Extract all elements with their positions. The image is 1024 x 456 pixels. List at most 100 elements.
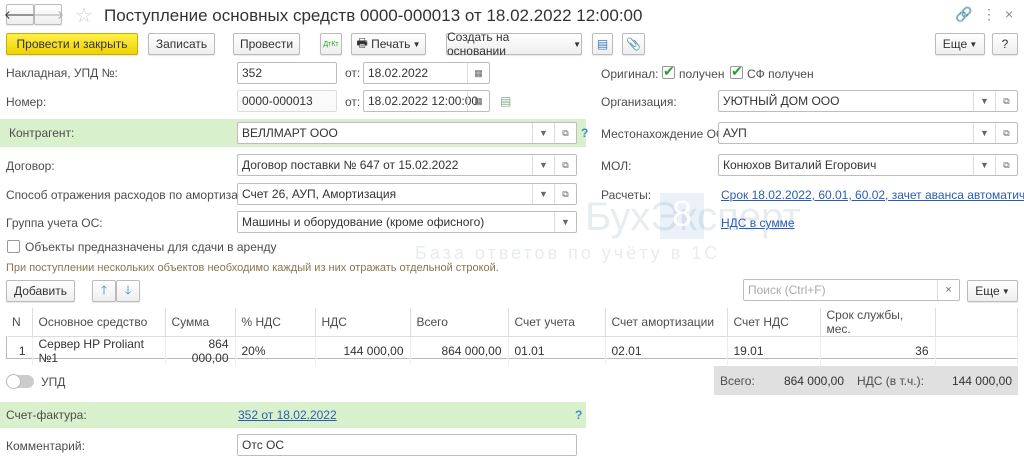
add-button[interactable]: Добавить xyxy=(6,280,75,302)
calendar-icon[interactable]: ▦ xyxy=(467,91,489,111)
search-input[interactable]: Поиск (Ctrl+F) × xyxy=(743,279,960,301)
dt-kt-button[interactable]: ДтКт xyxy=(320,33,342,55)
dropdown-icon[interactable]: ▼ xyxy=(973,123,995,143)
col-life[interactable]: Срок службы, мес. xyxy=(820,308,936,337)
table-row[interactable]: 1 Сервер HP Proliant №1 864 000,00 20% 1… xyxy=(6,336,1018,365)
group-input[interactable]: Машины и оборудование (кроме офисного) ▼ xyxy=(237,211,577,233)
more-vertical-icon[interactable]: ⋮ xyxy=(982,6,996,23)
open-icon[interactable]: ⧉ xyxy=(995,123,1017,143)
open-icon[interactable]: ⧉ xyxy=(554,155,576,175)
sf-received-checkbox[interactable] xyxy=(730,63,743,80)
settlements-link[interactable]: Срок 18.02.2022, 60.01, 60.02, зачет ава… xyxy=(721,188,1024,202)
depreciation-label: Способ отражения расходов по амортизации… xyxy=(6,188,262,202)
print-label: Печать xyxy=(371,37,411,51)
clear-icon[interactable]: × xyxy=(937,280,959,300)
comment-input[interactable]: Отс ОС xyxy=(237,434,577,456)
watermark-tagline: База ответов по учёту в 1С xyxy=(415,243,721,263)
forward-button[interactable]: 🡒 xyxy=(32,4,64,25)
cell-vat-rate[interactable]: 20% xyxy=(235,336,316,365)
attachment-icon[interactable]: 📎 xyxy=(622,33,645,55)
mol-label: МОЛ: xyxy=(601,159,632,173)
col-depr-account[interactable]: Счет амортизации xyxy=(605,308,728,337)
group-label: Группа учета ОС: xyxy=(6,216,103,230)
sf-link[interactable]: 352 от 18.02.2022 xyxy=(238,408,337,422)
cell-asset[interactable]: Сервер HP Proliant №1 xyxy=(32,336,166,365)
col-vat-account[interactable]: Счет НДС xyxy=(727,308,821,337)
open-icon[interactable]: ⧉ xyxy=(554,123,576,143)
total-value: 864 000,00 xyxy=(783,374,844,388)
location-value: АУП xyxy=(723,126,747,140)
dropdown-icon[interactable]: ▼ xyxy=(532,155,554,175)
counterparty-help-icon[interactable]: ? xyxy=(581,126,588,140)
invoice-date-input[interactable]: 18.02.2022 ▦ xyxy=(363,62,490,84)
col-asset[interactable]: Основное средство xyxy=(32,308,166,337)
col-account[interactable]: Счет учета xyxy=(508,308,606,337)
sf-help-icon[interactable]: ? xyxy=(575,408,582,422)
number-date-value: 18.02.2022 12:00:00 xyxy=(368,94,479,108)
dropdown-icon[interactable]: ▼ xyxy=(554,212,576,232)
create-based-label: Создать на основании xyxy=(447,30,510,58)
watermark-num: 8 xyxy=(660,193,704,239)
more-button[interactable]: Еще ▼ xyxy=(935,33,985,55)
help-button[interactable]: ? xyxy=(992,33,1018,55)
link-icon[interactable]: 🔗 xyxy=(955,6,972,23)
number-date-input[interactable]: 18.02.2022 12:00:00 ▦ xyxy=(363,90,490,112)
counterparty-input[interactable]: ВЕЛЛМАРТ ООО ▼ ⧉ xyxy=(237,122,577,144)
col-total[interactable]: Всего xyxy=(410,308,509,337)
open-icon[interactable]: ⧉ xyxy=(995,91,1017,111)
contract-input[interactable]: Договор поставки № 647 от 15.02.2022 ▼ ⧉ xyxy=(237,154,577,176)
post-and-close-button[interactable]: Провести и закрыть xyxy=(6,33,138,55)
dropdown-icon[interactable]: ▼ xyxy=(973,155,995,175)
col-sum[interactable]: Сумма xyxy=(165,308,236,337)
create-based-on-button[interactable]: Создать на основании ▼ xyxy=(446,30,582,58)
organization-input[interactable]: УЮТНЫЙ ДОМ ООО ▼ ⧉ xyxy=(718,90,1018,112)
upd-label: УПД xyxy=(41,375,66,389)
table-header: N Основное средство Сумма % НДС НДС Всег… xyxy=(6,308,1018,337)
number-input[interactable]: 0000-000013 xyxy=(237,90,337,112)
upd-toggle[interactable] xyxy=(6,374,34,389)
table-more-label: Еще xyxy=(975,284,1000,298)
col-extra xyxy=(935,308,1018,337)
print-button[interactable]: 🖶 Печать ▼ xyxy=(351,33,426,55)
mol-input[interactable]: Конюхов Виталий Егорович ▼ ⧉ xyxy=(718,154,1018,176)
depreciation-value: Счет 26, АУП, Амортизация xyxy=(242,187,397,201)
col-vat-rate[interactable]: % НДС xyxy=(235,308,316,337)
close-icon[interactable]: × xyxy=(1005,6,1013,22)
cell-depr-account[interactable]: 02.01 xyxy=(605,336,728,365)
depreciation-input[interactable]: Счет 26, АУП, Амортизация ▼ ⧉ xyxy=(237,183,577,205)
open-icon[interactable]: ⧉ xyxy=(554,184,576,204)
open-icon[interactable]: ⧉ xyxy=(995,155,1017,175)
calendar-icon[interactable]: ▦ xyxy=(467,63,489,83)
cell-sum[interactable]: 864 000,00 xyxy=(165,336,236,365)
table-more-button[interactable]: Еще ▼ xyxy=(967,280,1018,302)
back-button[interactable]: 🡐 xyxy=(4,4,36,25)
cell-vat[interactable]: 144 000,00 xyxy=(315,336,411,365)
received-label: получен xyxy=(679,67,725,81)
vat-link[interactable]: НДС в сумме xyxy=(721,216,795,230)
move-up-button[interactable]: 🡑 xyxy=(92,280,116,302)
cell-total[interactable]: 864 000,00 xyxy=(410,336,509,365)
vat-total-label: НДС (в т.ч.): xyxy=(857,374,924,388)
cell-life[interactable]: 36 xyxy=(820,336,936,365)
col-n[interactable]: N xyxy=(6,308,33,337)
move-down-button[interactable]: 🡓 xyxy=(116,280,140,302)
contract-label: Договор: xyxy=(6,159,55,173)
save-button[interactable]: Записать xyxy=(148,33,215,55)
mol-value: Конюхов Виталий Егорович xyxy=(723,158,877,172)
dropdown-icon[interactable]: ▼ xyxy=(973,91,995,111)
invoice-number-input[interactable]: 352 xyxy=(237,62,337,84)
hint-text: При поступлении нескольких объектов необ… xyxy=(6,262,499,274)
dropdown-icon[interactable]: ▼ xyxy=(532,184,554,204)
cell-n[interactable]: 1 xyxy=(6,336,33,365)
structure-icon[interactable]: ▤ xyxy=(592,33,613,55)
cell-vat-account[interactable]: 19.01 xyxy=(727,336,821,365)
favorite-star-icon[interactable]: ☆ xyxy=(75,3,93,28)
location-input[interactable]: АУП ▼ ⧉ xyxy=(718,122,1018,144)
post-button[interactable]: Провести xyxy=(233,33,300,55)
rent-checkbox[interactable] xyxy=(7,240,20,253)
col-vat[interactable]: НДС xyxy=(315,308,411,337)
dropdown-icon[interactable]: ▼ xyxy=(532,123,554,143)
received-checkbox[interactable] xyxy=(662,63,675,80)
cell-account[interactable]: 01.01 xyxy=(508,336,606,365)
rent-label: Объекты предназначены для сдачи в аренду xyxy=(25,240,277,254)
